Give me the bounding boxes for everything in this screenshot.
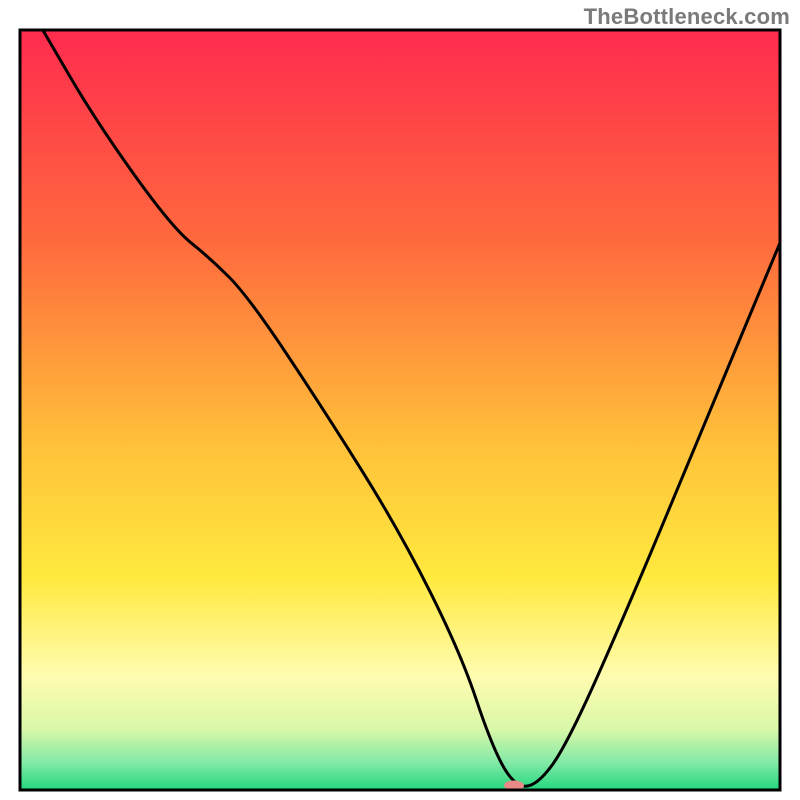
watermark-text: TheBottleneck.com bbox=[584, 4, 790, 30]
chart-container: TheBottleneck.com bbox=[0, 0, 800, 800]
bottleneck-chart bbox=[0, 0, 800, 800]
gradient-background bbox=[20, 30, 780, 790]
